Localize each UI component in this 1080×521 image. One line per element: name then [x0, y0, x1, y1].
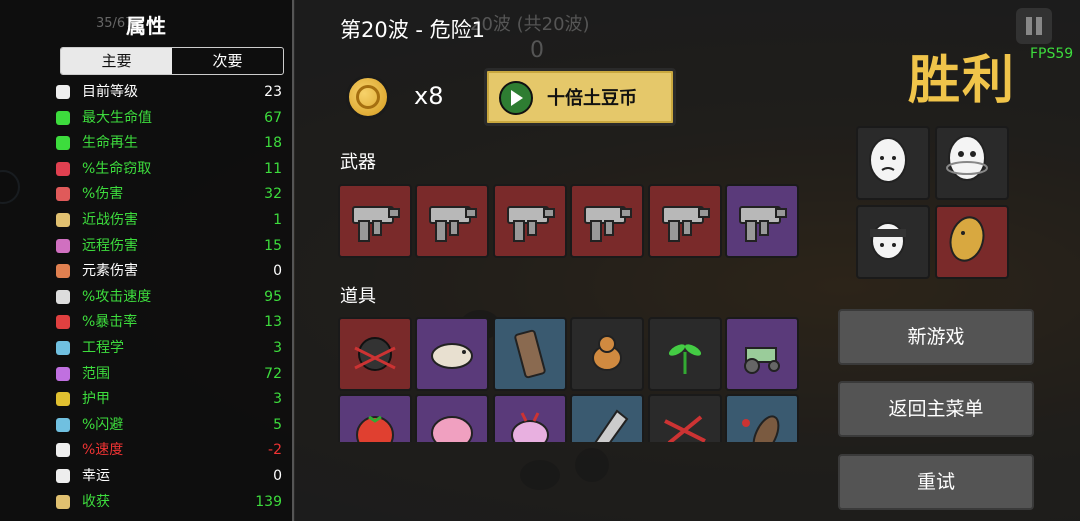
character-slot[interactable]	[935, 205, 1009, 279]
main-menu-button[interactable]: 返回主菜单	[838, 381, 1034, 437]
stat-label: 幸运	[82, 468, 110, 484]
stat-value: -2	[268, 442, 282, 459]
stat-label: 收获	[82, 493, 110, 510]
item-slot[interactable]	[492, 317, 567, 391]
character-slot[interactable]	[935, 126, 1009, 200]
new-game-button[interactable]: 新游戏	[838, 309, 1034, 365]
pause-button[interactable]	[1016, 8, 1052, 44]
spiky-potato-icon	[870, 222, 906, 260]
character-slot[interactable]	[856, 205, 930, 279]
tomato-icon	[356, 415, 394, 442]
item-slot[interactable]	[570, 317, 645, 391]
bear-icon	[592, 335, 623, 371]
item-slot[interactable]	[338, 394, 412, 442]
item-slot[interactable]	[492, 394, 567, 442]
item-slot[interactable]	[725, 394, 799, 442]
stat-label: %速度	[82, 442, 124, 459]
item-slot[interactable]	[725, 317, 799, 391]
item-slot[interactable]	[415, 394, 490, 442]
item-slot[interactable]	[647, 317, 722, 391]
blade-icon	[594, 409, 629, 442]
sad-potato-icon	[869, 137, 907, 183]
speed-icon	[56, 443, 70, 458]
character-slot[interactable]	[856, 126, 930, 200]
stat-row[interactable]: 幸运 0	[56, 465, 282, 487]
item-slot[interactable]	[570, 394, 645, 442]
tardigrade-icon	[431, 343, 474, 369]
scar-icon	[663, 415, 706, 442]
item-slot[interactable]	[647, 394, 722, 442]
fps-counter: FPS59	[1030, 46, 1074, 62]
potato-icon	[949, 216, 985, 262]
stat-row[interactable]: %速度 -2	[56, 439, 282, 461]
item-slot[interactable]	[415, 317, 490, 391]
cocoon-icon	[742, 415, 780, 442]
ghost-potato-icon	[946, 135, 988, 181]
stat-row[interactable]: 收获 139	[56, 491, 282, 513]
pink-blob-icon	[431, 416, 474, 442]
bandage-icon	[514, 329, 546, 379]
retry-button[interactable]: 重试	[838, 454, 1034, 510]
stat-value: 139	[255, 493, 282, 510]
tractor-icon	[744, 347, 780, 374]
sprout-icon	[668, 344, 701, 374]
dice-icon	[56, 469, 70, 483]
helmet-icon	[354, 337, 396, 371]
harvest-icon	[56, 494, 70, 509]
victory-title: 胜利	[908, 51, 1017, 111]
stat-value: 0	[273, 468, 282, 484]
brain-icon	[510, 412, 549, 442]
item-slot[interactable]	[338, 317, 412, 391]
